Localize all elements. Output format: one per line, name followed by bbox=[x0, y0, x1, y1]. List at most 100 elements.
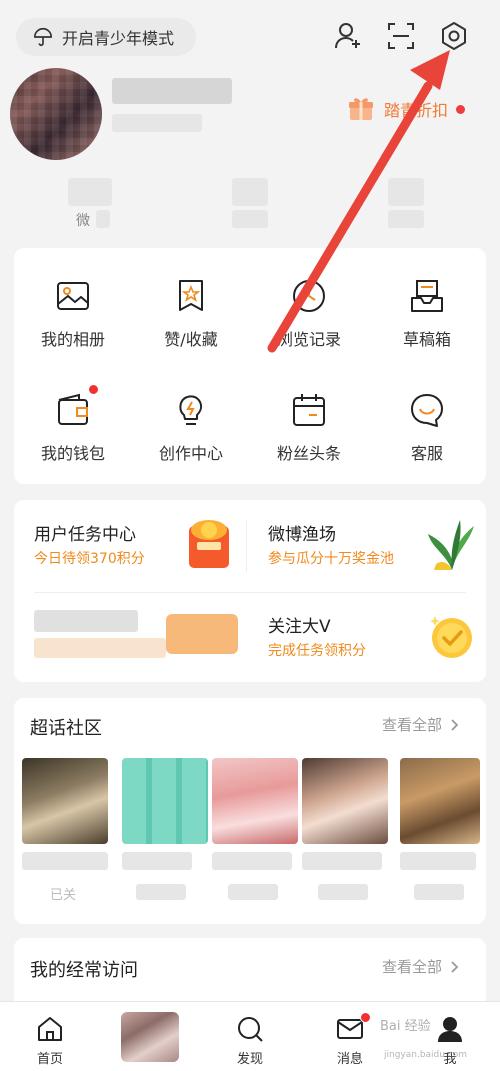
task-blurred[interactable] bbox=[14, 592, 246, 682]
grid-item-drafts[interactable]: 草稿箱 bbox=[368, 276, 486, 350]
calendar-icon bbox=[293, 394, 325, 426]
grid-label: 粉丝头条 bbox=[276, 444, 341, 463]
watermark-url: jingyan.baidu.com bbox=[384, 1050, 468, 1060]
nav-avatar[interactable] bbox=[120, 1012, 180, 1062]
wallet-red-dot bbox=[88, 384, 99, 395]
settings-icon[interactable] bbox=[438, 20, 470, 52]
top-bar: 开启青少年模式 bbox=[0, 0, 500, 72]
promo-red-dot bbox=[456, 104, 466, 114]
grid-item-fan-headline[interactable]: 粉丝头条 bbox=[250, 390, 368, 464]
grid-label: 我的钱包 bbox=[40, 444, 105, 463]
user-subtitle-blurred bbox=[112, 114, 202, 132]
drafts-icon bbox=[411, 280, 443, 312]
supertopic-thumb[interactable] bbox=[212, 758, 298, 844]
message-red-dot bbox=[360, 1012, 371, 1023]
youth-mode-label: 开启青少年模式 bbox=[62, 29, 175, 48]
profile-page: 开启青少年模式 踏青折扣 微 我的相册 赞/收藏 浏览记录 草稿箱 我的钱包 创… bbox=[0, 0, 500, 1071]
nav-label: 消息 bbox=[336, 1052, 363, 1067]
blurred-image bbox=[166, 614, 238, 654]
stat-label-blurred bbox=[96, 210, 110, 228]
task-title: 微博渔场 bbox=[268, 525, 336, 545]
blurred-subtitle bbox=[34, 638, 166, 658]
task-title: 用户任务中心 bbox=[34, 525, 136, 545]
task-subtitle: 完成任务领积分 bbox=[268, 643, 366, 659]
thumb-caption-blurred bbox=[302, 852, 382, 870]
thumb-status-blurred bbox=[228, 884, 278, 900]
menu-grid-card: 我的相册 赞/收藏 浏览记录 草稿箱 我的钱包 创作中心 粉丝头条 客服 bbox=[14, 248, 486, 484]
youth-mode-button[interactable]: 开启青少年模式 bbox=[16, 18, 196, 56]
red-envelope-icon bbox=[189, 520, 229, 568]
add-friend-icon[interactable] bbox=[332, 20, 364, 52]
nav-label: 首页 bbox=[36, 1052, 63, 1067]
thumb-status-partial: 已关 bbox=[50, 888, 77, 903]
chevron-right-icon bbox=[451, 718, 459, 731]
wallet-icon bbox=[58, 393, 88, 425]
lightbulb-icon bbox=[179, 395, 203, 425]
favorite-icon bbox=[179, 280, 203, 311]
task-title: 关注大V bbox=[268, 617, 331, 637]
home-icon bbox=[38, 1017, 62, 1041]
grid-label: 赞/收藏 bbox=[164, 330, 218, 349]
scan-icon[interactable] bbox=[385, 20, 417, 52]
thumb-status-blurred bbox=[318, 884, 368, 900]
see-all-link[interactable]: 查看全部 bbox=[382, 714, 462, 735]
stat-value-blurred bbox=[232, 178, 268, 206]
service-icon bbox=[411, 394, 443, 427]
nav-discover[interactable]: 发现 bbox=[220, 1014, 280, 1067]
stat-value-blurred bbox=[68, 178, 112, 206]
task-weibo-fishery[interactable]: 微博渔场 参与瓜分十万奖金池 bbox=[246, 500, 486, 592]
nav-messages[interactable]: 消息 bbox=[320, 1012, 380, 1067]
supertopic-thumb[interactable] bbox=[302, 758, 388, 844]
user-avatar[interactable] bbox=[10, 68, 102, 160]
bottom-nav: 首页 发现 消息 我 bbox=[0, 1001, 500, 1071]
grid-label: 浏览记录 bbox=[276, 330, 341, 349]
promo-label: 踏青折扣 bbox=[384, 101, 449, 120]
grid-item-favorites[interactable]: 赞/收藏 bbox=[132, 276, 250, 350]
supertopic-thumb[interactable] bbox=[400, 758, 480, 844]
grid-label: 客服 bbox=[410, 444, 443, 463]
thumb-caption-blurred bbox=[212, 852, 292, 870]
task-user-center[interactable]: 用户任务中心 今日待领370积分 bbox=[14, 500, 246, 592]
grid-item-creator-center[interactable]: 创作中心 bbox=[132, 390, 250, 464]
supertopic-thumb[interactable] bbox=[122, 758, 208, 844]
grid-item-history[interactable]: 浏览记录 bbox=[250, 276, 368, 350]
supertopic-thumb[interactable] bbox=[22, 758, 108, 844]
task-subtitle: 今日待领370积分 bbox=[34, 551, 145, 567]
thumb-caption-blurred bbox=[400, 852, 476, 870]
avatar-tab bbox=[121, 1012, 179, 1062]
task-subtitle: 参与瓜分十万奖金池 bbox=[268, 551, 394, 567]
thumb-caption-blurred bbox=[22, 852, 108, 870]
thumb-status-blurred bbox=[136, 884, 186, 900]
checkmark-coin-icon bbox=[430, 616, 472, 658]
stat-value-blurred bbox=[388, 178, 424, 206]
history-icon bbox=[293, 280, 325, 312]
search-icon bbox=[238, 1017, 263, 1042]
nav-home[interactable]: 首页 bbox=[20, 1014, 80, 1067]
see-all-link[interactable]: 查看全部 bbox=[382, 956, 462, 977]
gift-icon bbox=[349, 98, 373, 120]
see-all-label: 查看全部 bbox=[382, 716, 443, 734]
grid-item-album[interactable]: 我的相册 bbox=[14, 276, 132, 350]
grid-label: 我的相册 bbox=[40, 330, 105, 349]
umbrella-icon bbox=[33, 28, 53, 47]
grid-label: 草稿箱 bbox=[402, 330, 451, 349]
section-title: 我的经常访问 bbox=[30, 960, 138, 981]
see-all-label: 查看全部 bbox=[382, 958, 443, 976]
watermark: Bai 经验 bbox=[380, 1019, 431, 1034]
tasks-card: 用户任务中心 今日待领370积分 微博渔场 参与瓜分十万奖金池 关注大V 完成任… bbox=[14, 500, 486, 682]
fishery-plant-icon bbox=[428, 520, 474, 570]
chevron-right-icon bbox=[451, 960, 459, 973]
grid-item-wallet[interactable]: 我的钱包 bbox=[14, 384, 132, 464]
grid-label: 创作中心 bbox=[158, 444, 223, 463]
nav-label: 发现 bbox=[236, 1052, 263, 1067]
task-follow-bigv[interactable]: 关注大V 完成任务领积分 bbox=[246, 592, 486, 682]
stat-label-weibo: 微 bbox=[76, 213, 90, 229]
thumb-status-blurred bbox=[414, 884, 464, 900]
promo-banner[interactable]: 踏青折扣 bbox=[346, 92, 466, 126]
album-icon bbox=[57, 282, 89, 310]
grid-item-customer-service[interactable]: 客服 bbox=[368, 390, 486, 464]
username-blurred bbox=[112, 78, 232, 104]
profile-icon bbox=[438, 1017, 462, 1042]
section-title: 超话社区 bbox=[30, 718, 102, 739]
stat-label-blurred bbox=[388, 210, 424, 228]
